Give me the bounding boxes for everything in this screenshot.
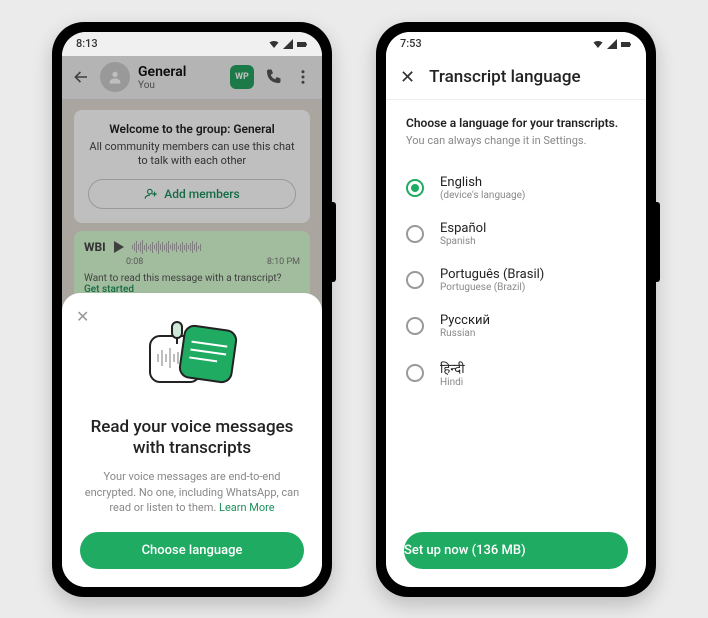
language-name: Русский bbox=[440, 313, 490, 328]
radio-icon[interactable] bbox=[406, 271, 424, 289]
sheet-title: Read your voice messages with transcript… bbox=[80, 417, 304, 460]
screen-right: 7:53 ✕ Transcript language Choose a lang… bbox=[386, 32, 646, 587]
language-sub: Hindi bbox=[440, 377, 465, 388]
close-icon[interactable]: ✕ bbox=[400, 67, 415, 88]
battery-icon bbox=[296, 38, 308, 50]
status-time: 8:13 bbox=[76, 37, 98, 50]
language-name: हिन्दी bbox=[440, 359, 465, 377]
lang-body: Choose a language for your transcripts. … bbox=[386, 100, 646, 532]
language-option[interactable]: EspañolSpanish bbox=[406, 211, 626, 257]
language-sub: Portuguese (Brazil) bbox=[440, 282, 544, 293]
radio-icon[interactable] bbox=[406, 225, 424, 243]
signal-icon bbox=[282, 38, 294, 50]
language-sub: Spanish bbox=[440, 236, 486, 247]
screen-left: 8:13 General You WP bbox=[62, 32, 322, 587]
language-name: Español bbox=[440, 221, 486, 236]
lang-heading: Choose a language for your transcripts. bbox=[406, 116, 626, 130]
page-title: Transcript language bbox=[429, 67, 580, 87]
language-option[interactable]: हिन्दीHindi bbox=[406, 349, 626, 398]
learn-more-link[interactable]: Learn More bbox=[219, 501, 275, 514]
close-icon[interactable]: ✕ bbox=[76, 307, 89, 326]
lang-subheading: You can always change it in Settings. bbox=[406, 134, 626, 147]
language-option[interactable]: РусскийRussian bbox=[406, 303, 626, 349]
chat-area: General You WP Welcome to the group: Gen… bbox=[62, 56, 322, 587]
language-sub: (device's language) bbox=[440, 190, 525, 201]
language-option[interactable]: English(device's language) bbox=[406, 165, 626, 211]
language-sub: Russian bbox=[440, 328, 490, 339]
language-name: Português (Brasil) bbox=[440, 267, 544, 282]
phone-right: 7:53 ✕ Transcript language Choose a lang… bbox=[376, 22, 656, 597]
radio-icon[interactable] bbox=[406, 364, 424, 382]
status-bar: 7:53 bbox=[386, 32, 646, 56]
battery-icon bbox=[620, 38, 632, 50]
setup-now-button[interactable]: Set up now (136 MB) bbox=[404, 532, 628, 569]
lang-header: ✕ Transcript language bbox=[386, 56, 646, 100]
status-bar: 8:13 bbox=[62, 32, 322, 56]
choose-language-button[interactable]: Choose language bbox=[80, 532, 304, 569]
signal-icon bbox=[606, 38, 618, 50]
status-icons bbox=[268, 38, 308, 50]
modal-overlay[interactable]: ✕ bbox=[62, 56, 322, 587]
language-name: English bbox=[440, 175, 525, 190]
status-time: 7:53 bbox=[400, 37, 422, 50]
wifi-icon bbox=[592, 38, 604, 50]
phone-left: 8:13 General You WP bbox=[52, 22, 332, 597]
status-icons bbox=[592, 38, 632, 50]
wifi-icon bbox=[268, 38, 280, 50]
radio-icon[interactable] bbox=[406, 317, 424, 335]
radio-icon[interactable] bbox=[406, 179, 424, 197]
language-list: English(device's language)EspañolSpanish… bbox=[406, 165, 626, 398]
sheet-desc: Your voice messages are end-to-end encry… bbox=[80, 469, 304, 515]
lang-footer: Set up now (136 MB) bbox=[386, 532, 646, 587]
language-option[interactable]: Português (Brasil)Portuguese (Brazil) bbox=[406, 257, 626, 303]
transcript-sheet: ✕ bbox=[62, 293, 322, 587]
illustration-icon bbox=[80, 313, 304, 403]
